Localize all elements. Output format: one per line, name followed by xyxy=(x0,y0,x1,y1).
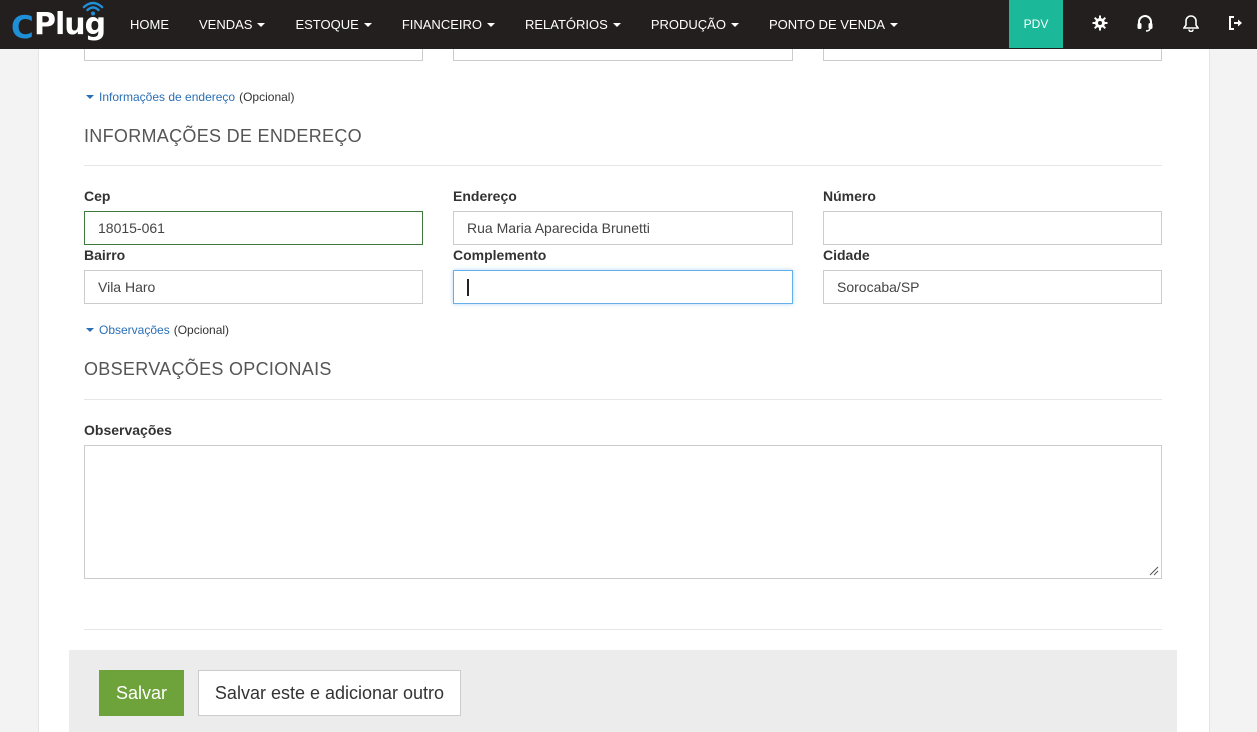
observacoes-textarea[interactable] xyxy=(84,445,1162,579)
nav-home[interactable]: HOME xyxy=(115,0,184,49)
endereco-label: Endereço xyxy=(453,188,517,204)
cplug-logo[interactable]: C Plug xyxy=(10,0,110,49)
section-divider xyxy=(84,165,1162,166)
pdv-button[interactable]: PDV xyxy=(1009,0,1063,48)
bairro-input[interactable]: Vila Haro xyxy=(84,270,423,304)
nav-vendas[interactable]: VENDAS xyxy=(184,0,280,49)
notes-toggle-suffix: (Opcional) xyxy=(173,323,230,337)
endereco-value: Rua Maria Aparecida Brunetti xyxy=(467,220,650,236)
nav-producao[interactable]: PRODUÇÃO xyxy=(636,0,754,49)
caret-down-icon xyxy=(486,22,495,27)
cep-label: Cep xyxy=(84,188,111,204)
logo-c: C xyxy=(11,10,34,46)
nav-estoque[interactable]: ESTOQUE xyxy=(280,0,386,49)
nav-ponto-de-venda[interactable]: PONTO DE VENDA xyxy=(754,0,913,49)
nav-relatorios[interactable]: RELATÓRIOS xyxy=(510,0,636,49)
numero-label: Número xyxy=(823,188,876,204)
address-toggle-suffix: (Opcional) xyxy=(239,90,295,104)
save-button[interactable]: Salvar xyxy=(99,670,184,716)
caret-down-icon xyxy=(86,328,94,332)
cep-value: 18015-061 xyxy=(98,220,165,236)
numero-input[interactable] xyxy=(823,211,1162,245)
complemento-label: Complemento xyxy=(453,247,547,263)
nav-estoque-label: ESTOQUE xyxy=(295,17,359,32)
bell-icon[interactable] xyxy=(1181,13,1201,33)
caret-down-icon xyxy=(890,22,899,27)
nav-financeiro[interactable]: FINANCEIRO xyxy=(387,0,510,49)
resize-handle-icon[interactable] xyxy=(1149,566,1159,576)
endereco-input[interactable]: Rua Maria Aparecida Brunetti xyxy=(453,211,793,245)
caret-down-icon xyxy=(612,22,621,27)
notes-section-title: OBSERVAÇÕES OPCIONAIS xyxy=(84,359,332,379)
form-divider xyxy=(84,629,1162,630)
cidade-value: Sorocaba/SP xyxy=(837,279,920,295)
nav-relatorios-label: RELATÓRIOS xyxy=(524,17,608,32)
section-divider xyxy=(84,399,1162,400)
observacoes-label: Observações xyxy=(84,422,172,438)
complemento-input[interactable] xyxy=(453,270,793,304)
gear-icon[interactable] xyxy=(1090,13,1110,33)
address-toggle-link[interactable]: Informações de endereço xyxy=(99,90,235,104)
nav-producao-label: PRODUÇÃO xyxy=(650,17,726,32)
cidade-label: Cidade xyxy=(823,247,870,263)
address-toggle[interactable]: Informações de endereço (Opcional) xyxy=(86,90,294,104)
caret-down-icon xyxy=(257,22,266,27)
notes-toggle-link[interactable]: Observações xyxy=(99,323,170,337)
nav-financeiro-label: FINANCEIRO xyxy=(401,17,482,32)
cidade-input[interactable]: Sorocaba/SP xyxy=(823,270,1162,304)
caret-down-icon xyxy=(363,22,372,27)
notes-toggle[interactable]: Observações (Opcional) xyxy=(86,323,229,337)
nav-ponto-de-venda-label: PONTO DE VENDA xyxy=(768,17,886,32)
save-and-add-button[interactable]: Salvar este e adicionar outro xyxy=(198,670,461,716)
wifi-icon xyxy=(82,1,104,16)
caret-down-icon xyxy=(86,95,94,99)
bairro-value: Vila Haro xyxy=(98,279,156,295)
caret-down-icon xyxy=(730,22,739,27)
logout-icon[interactable] xyxy=(1226,13,1246,33)
headset-icon[interactable] xyxy=(1135,13,1155,33)
top-navbar: C Plug HOME VENDAS ESTOQUE FINANCEIRO RE… xyxy=(0,0,1257,49)
text-cursor xyxy=(467,278,469,296)
main-menu: HOME VENDAS ESTOQUE FINANCEIRO RELATÓRIO… xyxy=(115,0,913,49)
address-section-title: INFORMAÇÕES DE ENDEREÇO xyxy=(84,126,362,146)
cep-input[interactable]: 18015-061 xyxy=(84,211,423,245)
nav-home-label: HOME xyxy=(130,17,169,32)
nav-vendas-label: VENDAS xyxy=(199,17,253,32)
bairro-label: Bairro xyxy=(84,247,126,263)
